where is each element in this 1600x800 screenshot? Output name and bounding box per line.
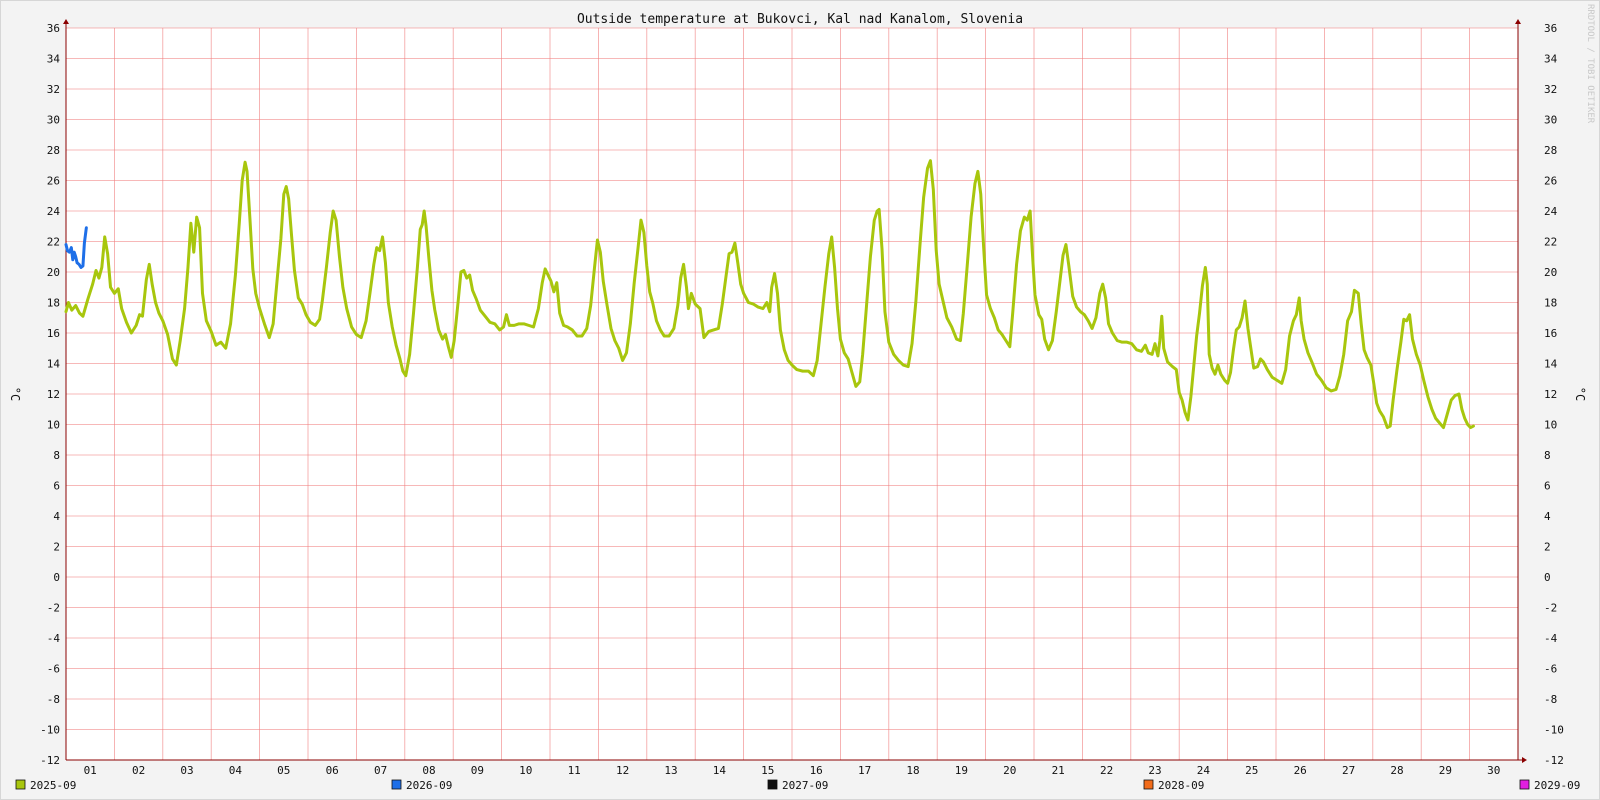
legend-swatch [767, 779, 778, 790]
y-tick-label-right: 12 [1544, 388, 1557, 401]
x-tick-label: 04 [229, 764, 243, 777]
x-tick-label: 18 [906, 764, 919, 777]
y-tick-label-left: -2 [47, 602, 60, 615]
x-tick-label: 30 [1487, 764, 1500, 777]
legend-label: 2026-09 [406, 779, 452, 792]
x-tick-label: 26 [1294, 764, 1307, 777]
y-tick-label-right: -8 [1544, 693, 1557, 706]
x-tick-label: 07 [374, 764, 387, 777]
chart-title: Outside temperature at Bukovci, Kal nad … [577, 12, 1023, 27]
y-tick-label-right: 22 [1544, 236, 1557, 249]
y-tick-label-left: -6 [47, 663, 60, 676]
y-tick-label-right: -12 [1544, 754, 1564, 767]
y-tick-label-right: 24 [1544, 205, 1558, 218]
x-tick-label: 14 [713, 764, 727, 777]
y-tick-label-right: 18 [1544, 297, 1557, 310]
y-tick-label-right: 32 [1544, 83, 1557, 96]
x-tick-label: 06 [326, 764, 339, 777]
legend-label: 2028-09 [1158, 779, 1204, 792]
x-tick-label: 13 [664, 764, 677, 777]
y-tick-label-left: 14 [47, 358, 61, 371]
y-tick-label-left: -10 [40, 724, 60, 737]
x-tick-label: 15 [761, 764, 774, 777]
x-tick-label: 28 [1390, 764, 1403, 777]
x-tick-label: 01 [84, 764, 97, 777]
legend-swatch [1143, 779, 1154, 790]
x-tick-label: 27 [1342, 764, 1355, 777]
y-tick-label-right: 2 [1544, 541, 1551, 554]
chart-canvas: -12 -12-10 -10-8 -8-6 -6-4 -4-2 -20 02 24 46 68 810… [0, 0, 1600, 800]
y-tick-label-right: -2 [1544, 602, 1557, 615]
x-tick-label: 29 [1439, 764, 1452, 777]
y-tick-label-left: -8 [47, 693, 60, 706]
y-tick-label-left: 10 [47, 419, 60, 432]
x-tick-label: 25 [1245, 764, 1258, 777]
x-tick-label: 21 [1052, 764, 1065, 777]
x-tick-label: 05 [277, 764, 290, 777]
y-tick-label-right: 6 [1544, 480, 1551, 493]
y-tick-label-right: -10 [1544, 724, 1564, 737]
y-tick-label-left: 4 [53, 510, 60, 523]
y-tick-label-left: 6 [53, 480, 60, 493]
y-tick-label-left: 22 [47, 236, 60, 249]
y-tick-label-right: 30 [1544, 114, 1557, 127]
y-tick-label-left: 28 [47, 144, 60, 157]
y-tick-label-left: 30 [47, 114, 60, 127]
y-tick-label-right: 26 [1544, 175, 1557, 188]
y-tick-label-left: 32 [47, 83, 60, 96]
y-tick-label-right: 8 [1544, 449, 1551, 462]
y-tick-label-left: 20 [47, 266, 60, 279]
legend-swatch [391, 779, 402, 790]
x-tick-label: 19 [955, 764, 968, 777]
y-tick-label-right: 0 [1544, 571, 1551, 584]
x-tick-label: 20 [1003, 764, 1016, 777]
y-tick-label-left: 8 [53, 449, 60, 462]
x-tick-label: 11 [568, 764, 581, 777]
y-tick-label-left: 18 [47, 297, 60, 310]
y-tick-label-left: 34 [47, 53, 61, 66]
legend-label: 2027-09 [782, 779, 828, 792]
x-tick-label: 09 [471, 764, 484, 777]
y-tick-label-right: 16 [1544, 327, 1557, 340]
legend-label: 2025-09 [30, 779, 76, 792]
y-tick-label-left: -12 [40, 754, 60, 767]
legend-swatch [1519, 779, 1530, 790]
y-tick-label-left: -4 [47, 632, 61, 645]
y-axis-label-left: °C [8, 387, 22, 401]
y-tick-label-right: 20 [1544, 266, 1557, 279]
x-tick-label: 10 [519, 764, 532, 777]
legend-swatch [15, 779, 26, 790]
y-tick-label-left: 36 [47, 22, 60, 35]
x-tick-label: 08 [422, 764, 435, 777]
x-tick-label: 02 [132, 764, 145, 777]
x-tick-label: 17 [858, 764, 871, 777]
y-tick-label-left: 12 [47, 388, 60, 401]
y-tick-label-right: 4 [1544, 510, 1551, 523]
y-tick-label-left: 26 [47, 175, 60, 188]
y-axis-label-right: °C [1573, 387, 1587, 401]
x-tick-label: 12 [616, 764, 629, 777]
y-tick-label-right: 34 [1544, 53, 1558, 66]
x-tick-label: 22 [1100, 764, 1113, 777]
x-tick-label: 03 [180, 764, 193, 777]
temperature-chart: -12 -12 -10 -10 -8 -8 -6 -6 -4 -4 -2 -2 0 0 2 2 4 4 6 6 8 8 10… [0, 0, 1600, 800]
x-tick-label: 23 [1148, 764, 1161, 777]
x-tick-label: 24 [1197, 764, 1211, 777]
y-tick-label-right: 10 [1544, 419, 1557, 432]
y-tick-label-right: 28 [1544, 144, 1557, 157]
y-tick-label-left: 16 [47, 327, 60, 340]
y-tick-label-left: 2 [53, 541, 60, 554]
y-tick-label-right: 14 [1544, 358, 1558, 371]
legend-label: 2029-09 [1534, 779, 1580, 792]
y-tick-label-left: 24 [47, 205, 61, 218]
y-tick-label-right: -4 [1544, 632, 1558, 645]
watermark: RRDTOOL / TOBI OETIKER [1585, 4, 1595, 124]
x-tick-label: 16 [810, 764, 823, 777]
y-tick-label-right: 36 [1544, 22, 1557, 35]
y-tick-label-right: -6 [1544, 663, 1557, 676]
y-tick-label-left: 0 [53, 571, 60, 584]
